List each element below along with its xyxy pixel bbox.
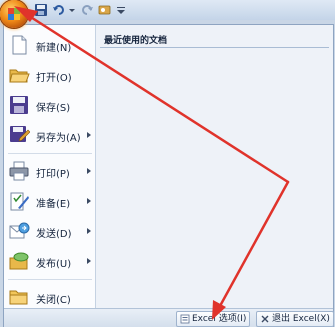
save-icon[interactable] [34,3,48,17]
menu-item-label: 打开(O) [36,73,72,84]
exit-excel-label: 退出 Excel(X) [272,314,330,324]
undo-dropdown-icon[interactable] [68,3,76,17]
recent-documents-panel: 最近使用的文档 [96,25,333,308]
menu-item-label: 打印(P) [36,169,70,180]
submenu-arrow-icon [87,132,91,138]
submenu-arrow-icon [87,198,91,204]
menu-item-label: 发布(U) [36,259,72,270]
menu-item-label: 保存(S) [36,103,71,114]
menu-item-close[interactable]: 关闭(C) [4,283,95,311]
menu-item-prepare[interactable]: 准备(E) [4,187,95,215]
menu-item-open[interactable]: 打开(O) [4,61,95,89]
send-icon [9,222,30,239]
save-as-icon [10,126,30,142]
menu-commands: 新建(N) 打开(O) 保存(S) 另存为(A) 打印(P) 准备(E) 发送(… [4,25,96,308]
qat-dropdown-icon[interactable] [116,3,126,17]
customize-icon[interactable] [98,3,112,17]
exit-excel-button[interactable]: 退出 Excel(X) [256,311,334,327]
recent-documents-title: 最近使用的文档 [104,36,168,46]
options-icon [180,314,190,324]
menu-item-send[interactable]: 发送(D) [4,217,95,245]
submenu-arrow-icon [87,168,91,174]
menu-item-save-as[interactable]: 另存为(A) [4,121,95,149]
menu-item-label: 关闭(C) [36,295,71,306]
office-menu: 新建(N) 打开(O) 保存(S) 另存为(A) 打印(P) 准备(E) 发送(… [3,24,334,327]
prepare-icon [10,192,29,211]
publish-icon [9,252,29,270]
menu-item-label: 另存为(A) [36,133,81,144]
submenu-arrow-icon [87,258,91,264]
submenu-arrow-icon [87,228,91,234]
printer-icon [9,161,29,181]
new-document-icon [12,35,27,55]
undo-icon[interactable] [52,3,66,17]
menu-item-new[interactable]: 新建(N) [4,31,95,59]
quick-access-toolbar [0,0,335,20]
close-folder-icon [9,290,28,305]
redo-icon[interactable] [80,3,94,17]
menu-footer: Excel 选项(I) 退出 Excel(X) [4,308,334,327]
menu-item-label: 发送(D) [36,229,72,240]
save-icon [10,96,28,114]
menu-divider [8,279,92,280]
menu-item-label: 新建(N) [36,43,72,54]
excel-options-button[interactable]: Excel 选项(I) [176,311,251,327]
menu-divider [8,153,92,154]
office-button[interactable] [0,0,28,28]
office-logo-icon [8,8,20,20]
open-folder-icon [9,69,30,83]
excel-options-label: Excel 选项(I) [192,314,247,324]
close-icon [261,315,269,323]
menu-item-save[interactable]: 保存(S) [4,91,95,119]
recent-divider [100,47,329,48]
menu-item-publish[interactable]: 发布(U) [4,247,95,275]
menu-item-print[interactable]: 打印(P) [4,157,95,185]
menu-item-label: 准备(E) [36,199,71,210]
